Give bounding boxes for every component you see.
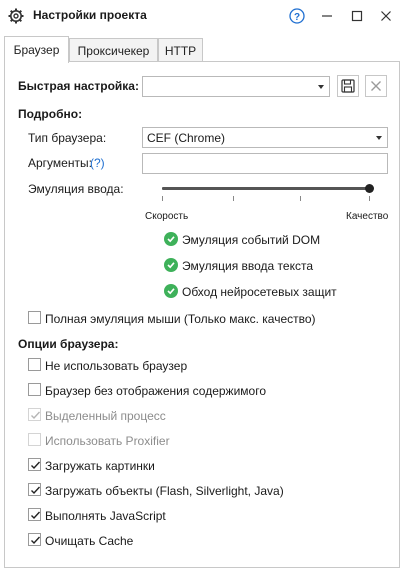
check-circle-icon — [164, 232, 178, 246]
check-icon — [31, 511, 41, 520]
check-icon — [31, 536, 41, 545]
no-browser-label: Не использовать браузер — [45, 359, 188, 373]
arguments-label: Аргументы: — [28, 156, 92, 170]
svg-text:?: ? — [294, 12, 300, 23]
tab-bar: Браузер Проксичекер HTTP — [4, 36, 398, 63]
slider-left-label: Скорость — [145, 211, 189, 222]
run-javascript-label: Выполнять JavaScript — [45, 509, 166, 523]
quick-settings-label: Быстрая настройка: — [18, 79, 139, 93]
browser-options-heading: Опции браузера: — [18, 337, 119, 351]
slider-tick — [233, 196, 234, 201]
maximize-button[interactable] — [347, 6, 367, 26]
headless-browser-label: Браузер без отображения содержимого — [45, 384, 266, 398]
dedicated-process-checkbox[interactable] — [28, 408, 41, 421]
save-button[interactable] — [337, 75, 359, 97]
title-bar: Настройки проекта ? — [0, 0, 402, 32]
dedicated-process-label: Выделенный процесс — [45, 409, 166, 423]
no-browser-checkbox[interactable] — [28, 358, 41, 371]
save-icon — [341, 79, 355, 93]
feature-text-input: Эмуляция ввода текста — [182, 259, 314, 273]
maximize-icon — [351, 10, 363, 22]
use-proxifier-checkbox[interactable] — [28, 433, 41, 446]
check-circle-icon — [164, 258, 178, 272]
details-heading: Подробно: — [18, 107, 83, 121]
browser-type-label: Тип браузера: — [28, 131, 107, 145]
chevron-down-icon — [318, 85, 324, 89]
minimize-icon — [322, 15, 332, 17]
gear-icon — [8, 8, 24, 24]
quick-settings-select[interactable] — [142, 76, 330, 97]
arguments-input[interactable] — [142, 153, 388, 174]
clear-cache-checkbox[interactable] — [28, 533, 41, 546]
slider-right-label: Качество — [346, 211, 389, 222]
delete-button[interactable] — [365, 75, 387, 97]
tab-browser[interactable]: Браузер — [4, 36, 69, 63]
arguments-help-link[interactable]: (?) — [90, 156, 105, 170]
input-emulation-slider[interactable] — [162, 187, 370, 190]
help-icon: ? — [289, 8, 305, 24]
use-proxifier-label: Использовать Proxifier — [45, 434, 170, 448]
chevron-down-icon — [376, 136, 382, 140]
full-mouse-emulation-checkbox[interactable] — [28, 311, 41, 324]
close-icon — [371, 81, 381, 91]
clear-cache-label: Очищать Cache — [45, 534, 134, 548]
minimize-button[interactable] — [317, 6, 337, 26]
slider-tick — [369, 196, 370, 201]
run-javascript-checkbox[interactable] — [28, 508, 41, 521]
load-objects-label: Загружать объекты (Flash, Silverlight, J… — [45, 484, 284, 498]
headless-browser-checkbox[interactable] — [28, 383, 41, 396]
slider-tick — [162, 196, 163, 201]
feature-neural-bypass: Обход нейросетевых защит — [182, 285, 337, 299]
check-icon — [31, 411, 41, 420]
close-icon — [381, 11, 391, 21]
feature-dom-events: Эмуляция событий DOM — [182, 233, 321, 247]
slider-tick — [300, 196, 301, 201]
check-circle-icon — [164, 284, 178, 298]
load-images-checkbox[interactable] — [28, 458, 41, 471]
browser-type-select[interactable]: CEF (Chrome) — [142, 127, 388, 148]
check-icon — [31, 461, 41, 470]
check-icon — [31, 486, 41, 495]
tab-http[interactable]: HTTP — [158, 38, 203, 62]
load-objects-checkbox[interactable] — [28, 483, 41, 496]
help-button[interactable]: ? — [287, 6, 307, 26]
input-emulation-label: Эмуляция ввода: — [28, 182, 124, 196]
window-title: Настройки проекта — [33, 8, 147, 22]
slider-thumb[interactable] — [365, 184, 374, 193]
close-button[interactable] — [376, 6, 396, 26]
tab-proxychecker[interactable]: Проксичекер — [69, 38, 158, 62]
full-mouse-emulation-label: Полная эмуляция мыши (Только макс. качес… — [45, 312, 316, 326]
load-images-label: Загружать картинки — [45, 459, 155, 473]
